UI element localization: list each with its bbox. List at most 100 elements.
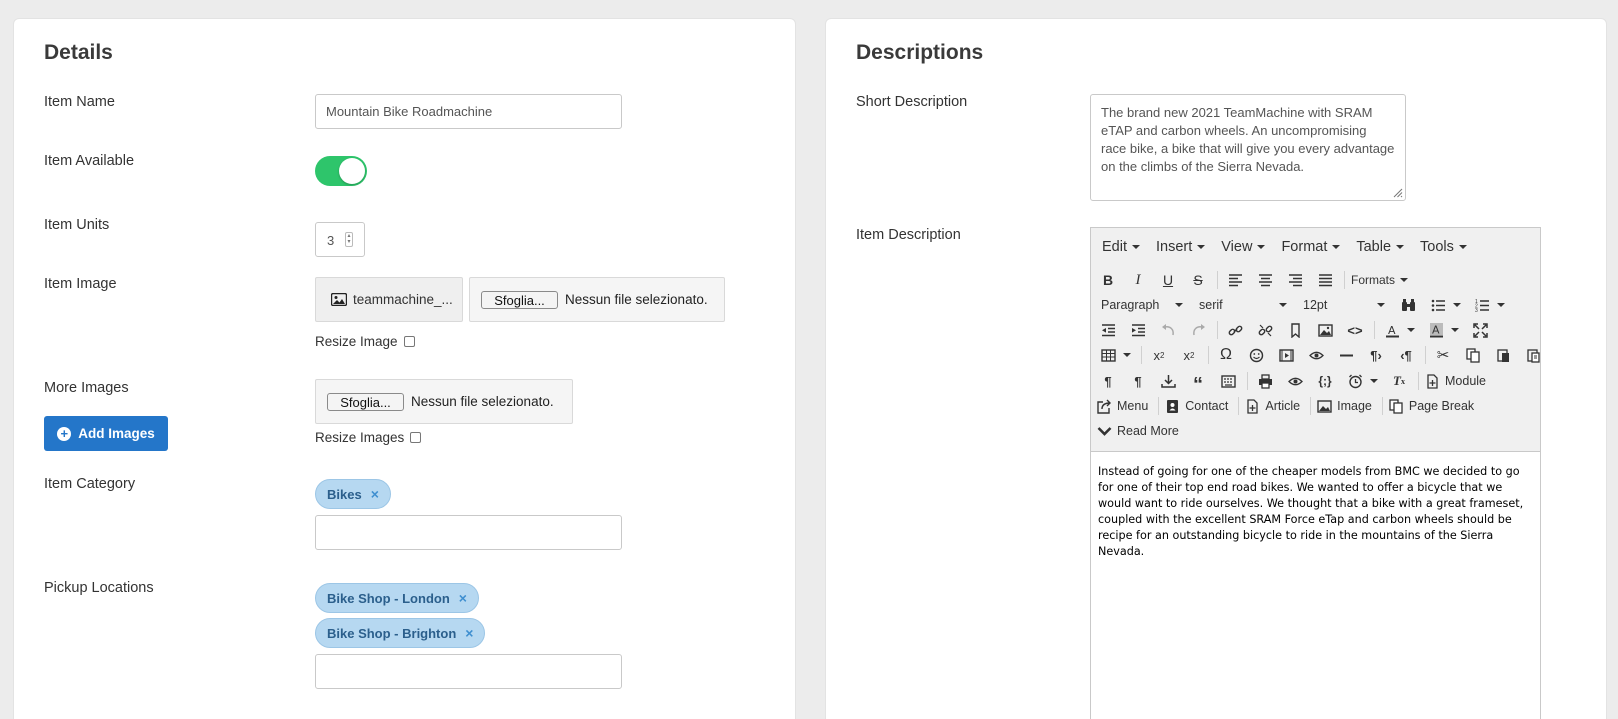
blockquote-icon[interactable]: “	[1187, 370, 1209, 395]
bullet-list-icon[interactable]	[1427, 294, 1449, 316]
align-right-icon[interactable]	[1284, 269, 1306, 291]
bold-icon[interactable]: B	[1097, 269, 1119, 291]
editor-content-area[interactable]: Instead of going for one of the cheaper …	[1091, 451, 1540, 719]
block-format-select[interactable]: Paragraph	[1097, 298, 1187, 312]
text-color-icon[interactable]: A	[1381, 319, 1403, 341]
current-image-file[interactable]: teammachine_...	[315, 277, 463, 322]
link-icon[interactable]	[1224, 319, 1246, 341]
formats-dropdown[interactable]: Formats	[1351, 273, 1409, 287]
caret-down-icon[interactable]	[1123, 353, 1131, 357]
toolbar-row-3: <> A A	[1097, 317, 1499, 343]
insert-article-button[interactable]: Article	[1245, 398, 1300, 414]
special-character-icon[interactable]: Ω	[1215, 344, 1237, 366]
menu-edit[interactable]: Edit	[1096, 239, 1146, 255]
horizontal-rule-icon[interactable]	[1335, 344, 1357, 366]
superscript-icon[interactable]: x2	[1178, 344, 1200, 366]
align-center-icon[interactable]	[1254, 269, 1276, 291]
resize-grip-icon[interactable]	[1391, 186, 1403, 198]
short-description-textarea[interactable]: The brand new 2021 TeamMachine with SRAM…	[1090, 94, 1406, 201]
pickup-location-search-input[interactable]	[315, 654, 622, 689]
outdent-icon[interactable]	[1097, 319, 1119, 341]
item-description-text: Instead of going for one of the cheaper …	[1098, 465, 1524, 558]
indent-icon[interactable]	[1127, 319, 1149, 341]
insert-module-button[interactable]: Module	[1425, 373, 1486, 389]
preview-eye-icon[interactable]	[1305, 344, 1327, 366]
align-left-icon[interactable]	[1224, 269, 1246, 291]
pickup-location-tag-label: Bike Shop - London	[327, 590, 450, 606]
code-sample-icon[interactable]: {;}	[1314, 370, 1336, 392]
insert-image-icon[interactable]	[1314, 319, 1336, 341]
item-available-toggle[interactable]	[315, 156, 367, 186]
unlink-icon[interactable]	[1254, 319, 1276, 341]
caret-down-icon[interactable]	[1497, 303, 1505, 307]
remove-tag-icon[interactable]: ×	[465, 625, 473, 641]
menu-tools[interactable]: Tools	[1414, 239, 1473, 255]
menu-view[interactable]: View	[1215, 239, 1271, 255]
remove-tag-icon[interactable]: ×	[459, 590, 467, 606]
emoticon-icon[interactable]	[1245, 344, 1267, 366]
add-images-button[interactable]: + Add Images	[44, 416, 168, 451]
more-images-browse-button[interactable]: Sfoglia...	[327, 393, 404, 411]
item-name-label: Item Name	[44, 94, 115, 110]
copy-icon[interactable]	[1462, 344, 1484, 366]
cut-icon[interactable]: ✂	[1432, 344, 1454, 366]
item-units-label: Item Units	[44, 217, 110, 233]
stepper-arrows-icon[interactable]: ▴ ▾	[345, 232, 353, 247]
menu-table[interactable]: Table	[1350, 239, 1410, 255]
table-icon[interactable]	[1097, 344, 1119, 366]
font-size-select[interactable]: 12pt	[1299, 298, 1389, 312]
italic-icon[interactable]: I	[1127, 269, 1149, 291]
preview-icon[interactable]	[1284, 370, 1306, 392]
caret-down-icon[interactable]	[1451, 328, 1459, 332]
menu-format[interactable]: Format	[1275, 239, 1346, 255]
item-units-stepper[interactable]: 3 ▴ ▾	[315, 222, 365, 257]
insert-menu-button[interactable]: Menu	[1097, 399, 1148, 414]
anchor-icon[interactable]	[1157, 370, 1179, 392]
fullscreen-icon[interactable]	[1469, 319, 1491, 341]
font-family-value: serif	[1199, 298, 1223, 312]
caret-down-icon[interactable]	[1370, 379, 1378, 383]
item-image-browse-button[interactable]: Sfoglia...	[481, 291, 558, 309]
font-family-select[interactable]: serif	[1195, 298, 1291, 312]
caret-down-icon[interactable]	[1453, 303, 1461, 307]
paragraph-ltr-icon[interactable]: ¶›	[1365, 344, 1387, 366]
paste-icon[interactable]	[1492, 344, 1514, 366]
paragraph-rtl-icon[interactable]: ‹¶	[1395, 344, 1417, 366]
strikethrough-icon[interactable]: S	[1187, 269, 1209, 291]
background-color-icon[interactable]: A	[1425, 319, 1447, 341]
short-description-label: Short Description	[856, 94, 968, 110]
paste-text-icon[interactable]	[1522, 344, 1544, 366]
alarm-clock-icon[interactable]	[1344, 370, 1366, 392]
category-search-input[interactable]	[315, 515, 622, 550]
clear-formatting-icon[interactable]: Tx	[1388, 370, 1410, 392]
insert-contact-button[interactable]: Contact	[1165, 399, 1228, 414]
menu-insert[interactable]: Insert	[1150, 239, 1211, 255]
insert-page-break-button[interactable]: Page Break	[1389, 398, 1474, 414]
toolbar-divider	[1217, 271, 1218, 289]
insert-read-more-button[interactable]: Read More	[1097, 424, 1179, 439]
toolbar-row-4: x2 x2 Ω ¶› ‹¶ ✂	[1097, 342, 1552, 368]
numbered-list-icon[interactable]: 123	[1471, 294, 1493, 316]
underline-icon[interactable]: U	[1157, 269, 1179, 291]
resize-image-checkbox[interactable]	[403, 336, 415, 347]
media-icon[interactable]	[1275, 344, 1297, 366]
remove-tag-icon[interactable]: ×	[371, 486, 379, 502]
subscript-icon[interactable]: x2	[1148, 344, 1170, 366]
item-image-file-input[interactable]: Sfoglia... Nessun file selezionato.	[469, 277, 725, 322]
more-images-file-input[interactable]: Sfoglia... Nessun file selezionato.	[315, 379, 573, 424]
resize-images-checkbox[interactable]	[410, 432, 422, 443]
show-blocks-icon[interactable]: ¶	[1097, 370, 1119, 392]
item-name-input[interactable]: Mountain Bike Roadmachine	[315, 94, 622, 129]
print-icon[interactable]	[1254, 370, 1276, 392]
template-icon[interactable]	[1217, 370, 1239, 392]
insert-image-button[interactable]: Image	[1317, 399, 1372, 414]
binoculars-icon[interactable]	[1397, 294, 1419, 316]
redo-icon[interactable]	[1187, 319, 1209, 341]
undo-icon[interactable]	[1157, 319, 1179, 341]
bookmark-icon[interactable]	[1284, 319, 1306, 341]
visual-chars-icon[interactable]: ¶	[1127, 370, 1149, 392]
caret-down-icon[interactable]	[1407, 328, 1415, 332]
align-justify-icon[interactable]	[1314, 269, 1336, 291]
pickup-location-tag-label: Bike Shop - Brighton	[327, 625, 457, 641]
code-icon[interactable]: <>	[1344, 319, 1366, 341]
